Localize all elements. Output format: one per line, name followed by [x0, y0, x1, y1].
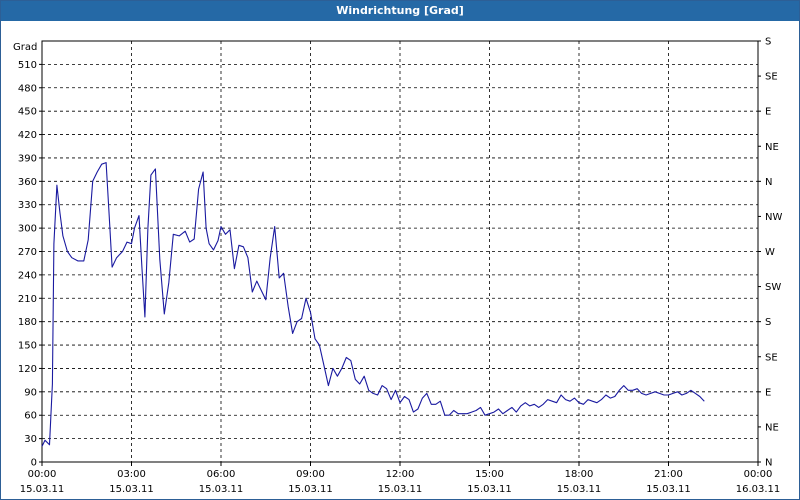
y-tick-label: 360 [18, 177, 37, 188]
x-tick-date: 15.03.11 [20, 484, 65, 495]
right-axis-label: E [765, 107, 771, 118]
x-tick-time: 18:00 [565, 469, 594, 480]
y-tick-label: 240 [18, 270, 37, 281]
y-tick-label: 330 [18, 200, 37, 211]
y-tick-label: 60 [24, 411, 37, 422]
right-axis-label: S [765, 317, 771, 328]
y-tick-label: 0 [31, 458, 37, 469]
x-tick-date: 15.03.11 [467, 484, 512, 495]
y-tick-label: 480 [18, 83, 37, 94]
right-axis-label: SW [765, 282, 781, 293]
y-tick-label: 90 [24, 387, 37, 398]
y-tick-label: 390 [18, 153, 37, 164]
right-axis-label: S [765, 37, 771, 48]
y-tick-label: 180 [18, 317, 37, 328]
y-tick-label: 270 [18, 247, 37, 258]
right-axis-label: N [765, 177, 772, 188]
y-tick-label: 150 [18, 341, 37, 352]
y-tick-label: 300 [18, 224, 37, 235]
x-tick-time: 15:00 [475, 469, 504, 480]
x-tick-time: 03:00 [117, 469, 146, 480]
y-tick-label: 450 [18, 107, 37, 118]
right-axis-label: NE [765, 142, 779, 153]
right-axis-label: NE [765, 422, 779, 433]
x-tick-date: 15.03.11 [378, 484, 423, 495]
right-axis-label: SE [765, 352, 778, 363]
x-tick-date: 15.03.11 [288, 484, 333, 495]
x-tick-date: 15.03.11 [646, 484, 691, 495]
y-tick-label: 30 [24, 434, 37, 445]
x-tick-time: 00:00 [744, 469, 773, 480]
x-tick-time: 21:00 [654, 469, 683, 480]
x-tick-date: 16.03.11 [736, 484, 781, 495]
right-axis-label: W [765, 247, 775, 258]
y-tick-label: 210 [18, 294, 37, 305]
x-tick-date: 15.03.11 [199, 484, 244, 495]
y-tick-label: 420 [18, 130, 37, 141]
right-axis-label: SE [765, 72, 778, 83]
y-axis-label: Grad [13, 42, 37, 53]
chart-window: Windrichtung [Grad] 0 30 60 90 120 150 180 210 2… [0, 0, 800, 500]
y-tick-label: 510 [18, 60, 37, 71]
y-tick-label: 120 [18, 364, 37, 375]
x-tick-time: 12:00 [386, 469, 415, 480]
x-tick-time: 00:00 [28, 469, 57, 480]
x-tick-time: 06:00 [207, 469, 236, 480]
wind-direction-chart: 0 30 60 90 120 150 180 210 240 270 300 330 360 390 420… [13, 37, 782, 496]
right-axis-label: E [765, 387, 771, 398]
window-title: Windrichtung [Grad] [1, 1, 799, 21]
x-tick-date: 15.03.11 [557, 484, 602, 495]
x-tick-date: 15.03.11 [109, 484, 154, 495]
x-tick-time: 09:00 [296, 469, 325, 480]
right-axis-label: NW [765, 212, 782, 223]
right-axis-label: N [765, 458, 772, 469]
